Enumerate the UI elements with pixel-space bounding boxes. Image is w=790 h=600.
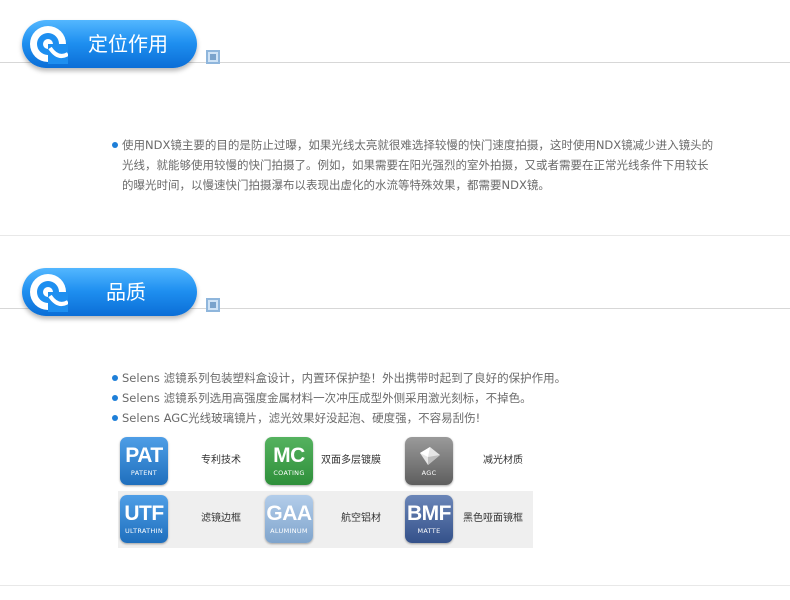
feature-agc: AGC 减光材质 xyxy=(403,433,533,489)
feature-utf: UTF ULTRATHIN 滤镜边框 xyxy=(118,491,258,547)
paragraph-line: 使用NDX镜主要的目的是防止过曝，如果光线太亮就很难选择较慢的快门速度拍摄，这时… xyxy=(112,135,762,155)
paragraph-line: 的曝光时间，以慢速快门拍摄瀑布以表现出虚化的水流等特殊效果，都需要NDX镜。 xyxy=(122,178,550,192)
feature-label: 滤镜边框 xyxy=(201,513,241,524)
list-item: Selens 滤镜系列选用高强度金属材料一次冲压成型外侧采用激光刻标，不掉色。 xyxy=(112,388,712,408)
quality-bullets: Selens 滤镜系列包装塑料盒设计，内置环保护垫！外出携带时起到了良好的保护作… xyxy=(112,368,712,428)
pat-icon: PAT PATENT xyxy=(120,437,168,485)
bullet-dot-icon xyxy=(112,141,118,148)
logo-ring-icon xyxy=(30,26,68,64)
utf-icon: UTF ULTRATHIN xyxy=(120,495,168,543)
section-badge-quality: 品质 xyxy=(22,268,197,316)
section-badge-positioning: 定位作用 xyxy=(22,20,197,68)
feature-label: 专利技术 xyxy=(201,455,241,466)
feature-mc: MC COATING 双面多层镀膜 xyxy=(263,433,403,489)
list-item: Selens 滤镜系列包装塑料盒设计，内置环保护垫！外出携带时起到了良好的保护作… xyxy=(112,368,712,388)
bmf-icon: BMF MATTE xyxy=(405,495,453,543)
feature-gaa: GAA ALUMINUM 航空铝材 xyxy=(263,491,403,547)
feature-grid: PAT PATENT 专利技术 MC COATING 双面多层镀膜 AGC 减光… xyxy=(118,433,533,548)
bullet-dot-icon xyxy=(112,374,118,381)
logo-ring-icon xyxy=(30,274,68,312)
section-title: 品质 xyxy=(106,280,146,304)
square-marker-icon xyxy=(206,298,220,312)
section-title: 定位作用 xyxy=(88,32,168,56)
section-positioning: 定位作用 xyxy=(0,0,790,240)
positioning-paragraph: 使用NDX镜主要的目的是防止过曝，如果光线太亮就很难选择较慢的快门速度拍摄，这时… xyxy=(112,135,762,195)
agc-icon: AGC xyxy=(405,437,453,485)
feature-label: 减光材质 xyxy=(483,455,523,466)
gaa-icon: GAA ALUMINUM xyxy=(265,495,313,543)
mc-icon: MC COATING xyxy=(265,437,313,485)
prism-icon xyxy=(420,447,440,465)
feature-bmf: BMF MATTE 黑色哑面镜框 xyxy=(403,491,533,547)
section-divider xyxy=(0,235,790,236)
bullet-dot-icon xyxy=(112,394,118,401)
paragraph-line: 光线，就能够使用较慢的快门拍摄了。例如，如果需要在阳光强烈的室外拍摄，又或者需要… xyxy=(122,158,709,172)
feature-label: 航空铝材 xyxy=(341,513,381,524)
list-item: Selens AGC光线玻璃镜片，滤光效果好没起泡、硬度强，不容易刮伤! xyxy=(112,408,712,428)
feature-label: 双面多层镀膜 xyxy=(321,455,381,466)
bullet-dot-icon xyxy=(112,414,118,421)
square-marker-icon xyxy=(206,50,220,64)
section-divider xyxy=(0,585,790,586)
feature-label: 黑色哑面镜框 xyxy=(463,513,523,524)
feature-pat: PAT PATENT 专利技术 xyxy=(118,433,258,489)
